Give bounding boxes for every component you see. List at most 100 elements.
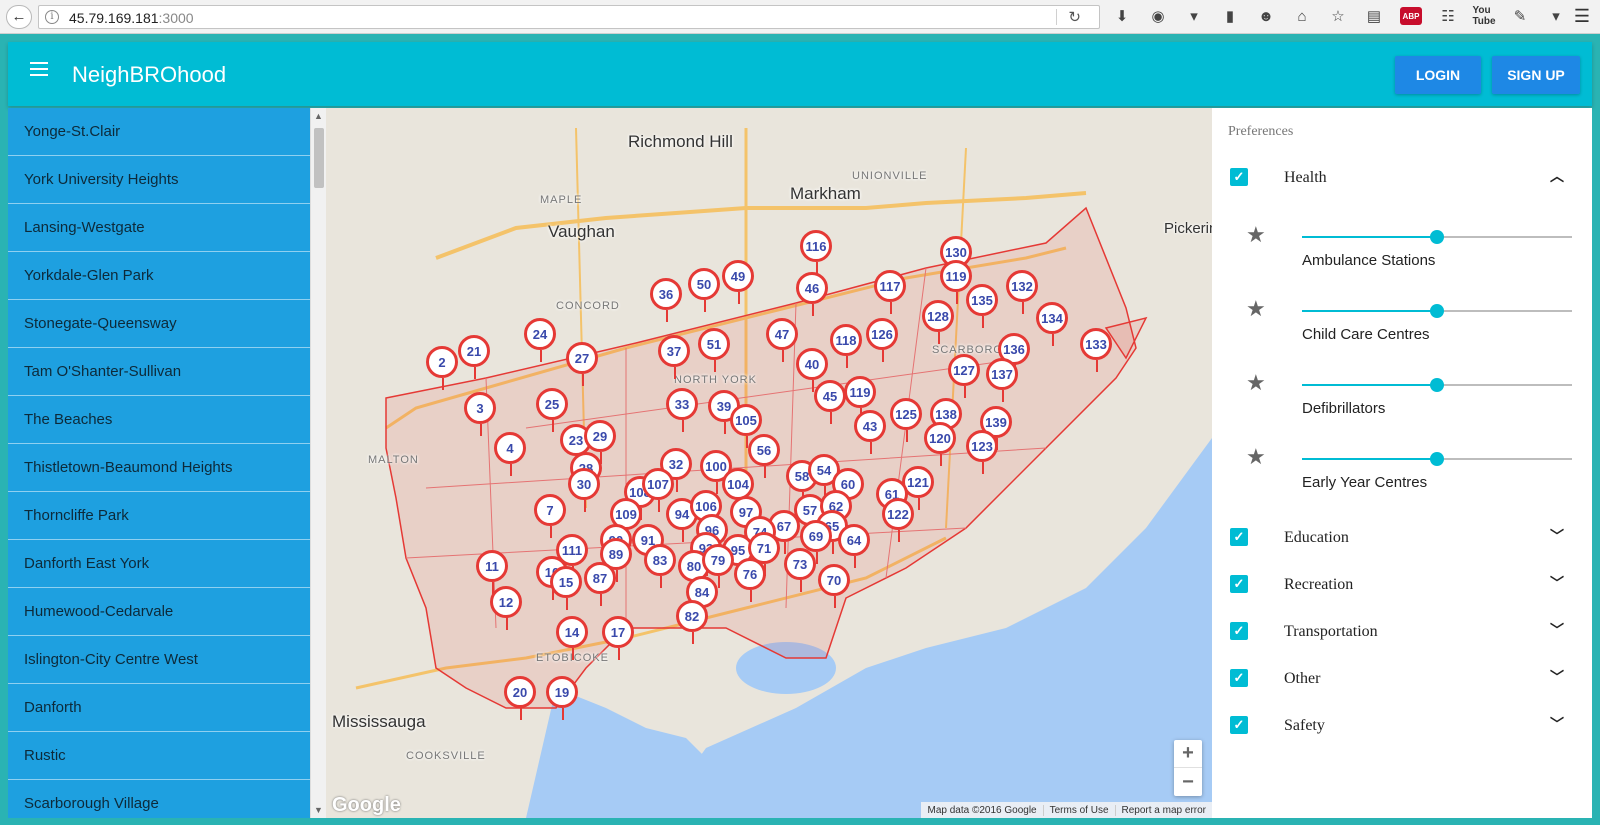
sidebar-item[interactable]: Yorkdale-Glen Park	[8, 252, 310, 300]
home-icon[interactable]: ⌂	[1292, 6, 1312, 26]
map-marker[interactable]: 14	[556, 616, 588, 660]
map-marker[interactable]: 134	[1036, 302, 1068, 346]
map-marker[interactable]: 24	[524, 318, 556, 362]
clipboard-icon[interactable]: ▤	[1364, 6, 1384, 26]
screenshot-icon[interactable]: ✎	[1510, 6, 1530, 26]
map-marker[interactable]: 127	[948, 354, 980, 398]
reload-icon[interactable]: ↻	[1068, 8, 1081, 26]
map-marker[interactable]: 40	[796, 348, 828, 392]
sidebar-item[interactable]: Thistletown-Beaumond Heights	[8, 444, 310, 492]
map-marker[interactable]: 51	[698, 328, 730, 372]
map-marker[interactable]: 137	[986, 358, 1018, 402]
category-checkbox[interactable]: ✓	[1230, 575, 1248, 593]
sidebar-item[interactable]: Tam O'Shanter-Sullivan	[8, 348, 310, 396]
category-education[interactable]: ✓ Education ﹀	[1212, 518, 1592, 558]
map-marker[interactable]: 36	[650, 278, 682, 322]
category-checkbox[interactable]: ✓	[1230, 669, 1248, 687]
category-checkbox[interactable]: ✓	[1230, 716, 1248, 734]
map-marker[interactable]: 126	[866, 318, 898, 362]
youtube-icon[interactable]: You Tube	[1472, 5, 1495, 27]
map-marker[interactable]: 15	[550, 566, 582, 610]
map-marker[interactable]: 21	[458, 335, 490, 379]
category-safety[interactable]: ✓ Safety ﹀	[1212, 706, 1592, 746]
adblock-icon[interactable]: ABP	[1400, 7, 1422, 25]
map-marker[interactable]: 105	[730, 404, 762, 448]
map-marker[interactable]: 76	[734, 558, 766, 602]
star-icon[interactable]: ★	[1246, 222, 1266, 248]
map-marker[interactable]: 87	[584, 562, 616, 606]
map-marker[interactable]: 122	[882, 498, 914, 542]
bookmark-star-icon[interactable]: ☆	[1328, 6, 1348, 26]
sidebar-item[interactable]: Stonegate-Queensway	[8, 300, 310, 348]
map-marker[interactable]: 47	[766, 318, 798, 362]
map-marker[interactable]: 3	[464, 392, 496, 436]
zoom-in-button[interactable]: +	[1174, 740, 1202, 768]
translate-icon[interactable]: ☷	[1438, 6, 1458, 26]
map-marker[interactable]: 82	[676, 600, 708, 644]
map-marker[interactable]: 50	[688, 268, 720, 312]
sidebar-item[interactable]: The Beaches	[8, 396, 310, 444]
sidebar-item[interactable]: Islington-City Centre West	[8, 636, 310, 684]
sidebar-item[interactable]: Humewood-Cedarvale	[8, 588, 310, 636]
sidebar-item[interactable]: Rustic	[8, 732, 310, 780]
map-marker[interactable]: 119	[844, 376, 876, 420]
slider-thumb[interactable]	[1430, 452, 1444, 466]
map-marker[interactable]: 29	[584, 420, 616, 464]
sidebar-item[interactable]: Danforth	[8, 684, 310, 732]
map-marker[interactable]: 37	[658, 335, 690, 379]
download-icon[interactable]: ⬇	[1112, 6, 1132, 26]
palette-icon[interactable]: ◉	[1148, 6, 1168, 26]
map-marker[interactable]: 83	[644, 544, 676, 588]
sidebar-item[interactable]: Lansing-Westgate	[8, 204, 310, 252]
preference-slider[interactable]	[1302, 304, 1572, 318]
star-icon[interactable]: ★	[1246, 296, 1266, 322]
chevron-down-icon[interactable]: ﹀	[1550, 620, 1564, 640]
slider-thumb[interactable]	[1430, 378, 1444, 392]
map-marker[interactable]: 46	[796, 272, 828, 316]
map-marker[interactable]: 43	[854, 410, 886, 454]
login-button[interactable]: LOGIN	[1395, 56, 1481, 94]
map-marker[interactable]: 73	[784, 548, 816, 592]
category-other[interactable]: ✓ Other ﹀	[1212, 659, 1592, 699]
preference-slider[interactable]	[1302, 452, 1572, 466]
map-marker[interactable]: 30	[568, 468, 600, 512]
category-transportation[interactable]: ✓ Transportation ﹀	[1212, 612, 1592, 652]
map-marker[interactable]: 117	[874, 270, 906, 314]
signup-button[interactable]: SIGN UP	[1492, 56, 1580, 94]
map-marker[interactable]: 12	[490, 586, 522, 630]
map-marker[interactable]: 2	[426, 346, 458, 390]
map-marker[interactable]: 128	[922, 300, 954, 344]
chevron-down-icon[interactable]: ﹀	[1550, 714, 1564, 734]
map-marker[interactable]: 132	[1006, 270, 1038, 314]
zoom-out-button[interactable]: −	[1174, 768, 1202, 796]
scroll-thumb[interactable]	[314, 128, 324, 188]
browser-menu-icon[interactable]: ☰	[1574, 6, 1590, 27]
sidebar-item[interactable]: Scarborough Village	[8, 780, 310, 818]
extension-icon[interactable]: ▮	[1220, 6, 1240, 26]
info-icon[interactable]: i	[45, 10, 59, 24]
chat-icon[interactable]: ☻	[1256, 6, 1276, 26]
chevron-up-icon[interactable]: ︿	[1550, 166, 1564, 186]
slider-thumb[interactable]	[1430, 230, 1444, 244]
star-icon[interactable]: ★	[1246, 444, 1266, 470]
map-marker[interactable]: 45	[814, 380, 846, 424]
sidebar-scrollbar[interactable]: ▲ ▼	[310, 108, 326, 818]
map-marker[interactable]: 135	[966, 284, 998, 328]
scroll-down-icon[interactable]: ▼	[314, 805, 323, 815]
map-marker[interactable]: 56	[748, 434, 780, 478]
map-marker[interactable]: 120	[924, 422, 956, 466]
map-marker[interactable]: 104	[722, 468, 754, 512]
category-checkbox[interactable]: ✓	[1230, 622, 1248, 640]
map-marker[interactable]: 116	[800, 230, 832, 274]
map-marker[interactable]: 25	[536, 388, 568, 432]
menu-icon[interactable]	[30, 62, 48, 76]
report-error-link[interactable]: Report a map error	[1114, 804, 1212, 816]
category-checkbox[interactable]: ✓	[1230, 168, 1248, 186]
sidebar-item[interactable]: Yonge-St.Clair	[8, 108, 310, 156]
map-marker[interactable]: 7	[534, 494, 566, 538]
map-marker[interactable]: 69	[800, 520, 832, 564]
map-marker[interactable]: 20	[504, 676, 536, 720]
scroll-up-icon[interactable]: ▲	[314, 111, 323, 121]
map-marker[interactable]: 64	[838, 524, 870, 568]
category-health[interactable]: ✓ Health ︿	[1212, 158, 1592, 198]
